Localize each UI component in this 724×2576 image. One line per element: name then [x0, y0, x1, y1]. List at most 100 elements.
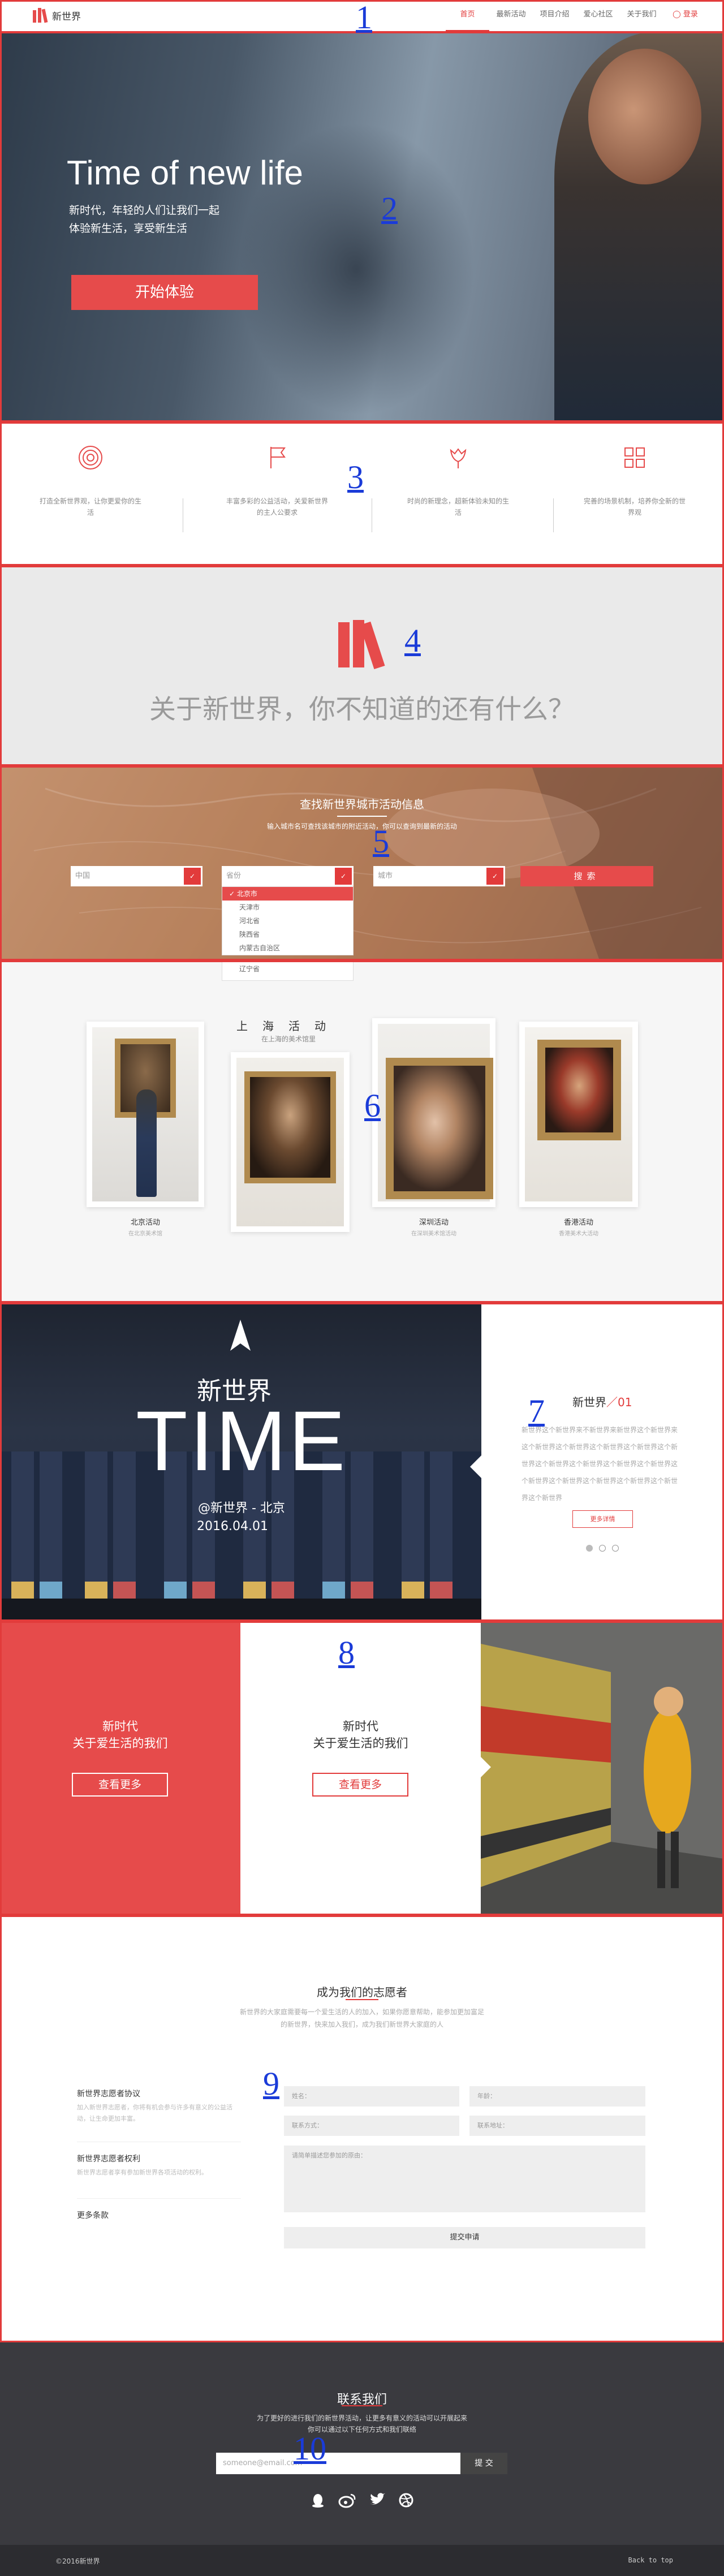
grid-icon — [624, 447, 645, 468]
contact-subtitle: 为了更好的进行我们的新世界活动，让更多有意义的活动可以开展起来 你可以通过以下任… — [215, 2413, 509, 2435]
copyright-text: ©2016新世界 — [55, 2557, 100, 2565]
time-date: 2016.04.01 — [197, 1519, 268, 1533]
province-option[interactable]: 天津市 — [222, 901, 353, 914]
social-icons — [0, 2492, 724, 2508]
slider-dot[interactable] — [586, 1545, 593, 1552]
slider-dot[interactable] — [612, 1545, 619, 1552]
annotation-number: 2 — [381, 190, 398, 227]
country-select[interactable]: 中国 ✓ — [71, 866, 202, 886]
more-terms-link[interactable]: 更多条款 — [77, 2209, 241, 2221]
gallery-photo — [378, 1024, 493, 1201]
rights-link[interactable]: 新世界志愿者权利 — [77, 2153, 241, 2164]
gallery-caption-sub: 在深圳美术馆活动 — [411, 1231, 456, 1237]
back-to-top-link[interactable]: Back to top — [628, 2556, 673, 2564]
email-input[interactable]: someone@email.com — [216, 2453, 460, 2474]
phone-field[interactable]: 联系方式： — [284, 2116, 459, 2136]
start-experience-button[interactable]: 开始体验 — [71, 275, 258, 310]
menu-item-events[interactable]: 最新活动 — [489, 0, 533, 31]
more-details-button[interactable]: 更多详情 — [572, 1510, 633, 1528]
contact-section: 联系我们 为了更好的进行我们的新世界活动，让更多有意义的活动可以开展起来 你可以… — [0, 2342, 724, 2545]
volunteer-subtitle: 新世界的大家庭需要每一个爱生活的人的加入，如果你愿意帮助，能参加更加富足的新世界… — [239, 2008, 484, 2028]
dribbble-icon[interactable] — [398, 2492, 414, 2508]
slider-dot[interactable] — [599, 1545, 606, 1552]
gallery-card[interactable] — [231, 1052, 350, 1232]
twitter-icon[interactable] — [369, 2492, 386, 2507]
gallery-heading: 上海活动 — [236, 1019, 341, 1033]
annotation-number: 6 — [364, 1087, 381, 1124]
search-subtitle: 输入城市名可查找该城市的附近活动，你可以查询到最新的活动 — [266, 822, 457, 830]
feature-text: 时尚的新理念，超新体验未知的生活 — [407, 497, 510, 516]
annotation-number: 5 — [373, 823, 389, 860]
menu-item-community[interactable]: 爱心社区 — [576, 0, 620, 31]
city-select[interactable]: 城市 ✓ — [373, 866, 505, 886]
books-logo-icon — [33, 8, 48, 23]
feature-item: 丰富多彩的公益活动，关爱新世界的主人公要求 — [187, 422, 368, 566]
annotation-number: 9 — [263, 2065, 279, 2102]
gallery-caption-sub: 香港美术大活动 — [559, 1231, 598, 1237]
weibo-icon[interactable] — [338, 2492, 356, 2508]
menu-item-about[interactable]: 关于我们 — [620, 0, 663, 31]
bottom-bar: ©2016新世界 Back to top — [0, 2545, 724, 2576]
logo[interactable]: 新世界 — [33, 8, 81, 23]
gallery-card[interactable] — [87, 1022, 204, 1207]
contact-subtitle-line-2: 你可以通过以下任何方式和我们联络 — [307, 2426, 416, 2433]
check-icon: ✓ — [229, 890, 237, 898]
search-title-underline — [337, 816, 387, 817]
time-location: @新世界 - 北京 — [198, 1501, 285, 1515]
province-option-label: 北京市 — [236, 890, 257, 898]
address-field[interactable]: 联系地址： — [469, 2116, 645, 2136]
view-more-button[interactable]: 查看更多 — [72, 1773, 168, 1797]
reason-textarea[interactable]: 请简单描述您参加的原由： — [284, 2146, 645, 2212]
qq-icon[interactable] — [310, 2492, 326, 2508]
view-more-button[interactable]: 查看更多 — [312, 1773, 408, 1797]
menu-item-home[interactable]: 首页 — [446, 0, 489, 31]
country-select-value: 中国 — [75, 872, 90, 880]
hero-title: Time of new life — [67, 154, 303, 192]
hero-subtitle: 新时代，年轻的人们让我们一起 体验新生活，享受新生活 — [69, 201, 219, 238]
province-option[interactable]: ✓ 北京市 — [222, 887, 353, 901]
login-link[interactable]: ◯ 登录 — [663, 0, 707, 31]
chevron-down-icon: ✓ — [486, 868, 503, 885]
flag-icon — [270, 447, 286, 468]
province-option[interactable]: 河北省 — [222, 914, 353, 928]
annotation-number: 4 — [404, 622, 421, 659]
promo-line-2: 关于爱生活的我们 — [313, 1737, 408, 1750]
name-field[interactable]: 姓名： — [284, 2086, 459, 2107]
time-headline-text: 新世界 — [572, 1395, 606, 1409]
logo-text: 新世界 — [52, 11, 81, 23]
menu-item-projects[interactable]: 项目介绍 — [533, 0, 576, 31]
hero-subtitle-line-1: 新时代，年轻的人们让我们一起 — [69, 204, 220, 217]
gallery-photo — [525, 1027, 632, 1201]
visitor-figure — [136, 1089, 157, 1197]
search-title: 查找新世界城市活动信息 — [300, 798, 424, 811]
time-body-text: 新世界这个新世界来不新世界来新世界这个新世界来这个新世界这个新世界这个新世界这个… — [522, 1426, 678, 1502]
volunteer-section: 成为我们的志愿者 新世界的大家庭需要每一个爱生活的人的加入，如果你愿意帮助，能参… — [0, 1915, 724, 2342]
contact-subtitle-line-1: 为了更好的进行我们的新世界活动，让更多有意义的活动可以开展起来 — [256, 2414, 467, 2422]
promo-blocks: 新时代 关于爱生活的我们 查看更多 新时代 关于爱生活的我们 查看更多 — [0, 1621, 724, 1915]
time-headline-index: ／01 — [606, 1395, 632, 1409]
time-slider-section: 新世界 TIME @新世界 - 北京 2016.04.01 新世界／01 新世界… — [0, 1303, 724, 1621]
search-button[interactable]: 搜索 — [520, 866, 653, 886]
promo-block-white: 新时代 关于爱生活的我们 查看更多 — [240, 1621, 481, 1915]
link-divider — [77, 2198, 241, 2199]
agreement-summary: 加入新世界志愿者，你将有机会参与许多有意义的公益活动，让生命更加丰富。 — [77, 2104, 232, 2122]
city-select-value: 城市 — [378, 872, 393, 880]
province-option[interactable]: 辽宁省 — [222, 960, 354, 981]
volunteer-title: 成为我们的志愿者 — [317, 1985, 407, 1999]
province-select[interactable]: 省份 ✓ — [222, 866, 354, 886]
promo-line-1: 新时代 — [343, 1720, 378, 1733]
submit-application-button[interactable]: 提交申请 — [284, 2227, 645, 2248]
agreement-link[interactable]: 新世界志愿者协议 — [77, 2088, 241, 2099]
time-headline: 新世界／01 — [572, 1393, 632, 1410]
annotation-number: 10 — [294, 2430, 326, 2467]
train-station-photo — [481, 1621, 724, 1915]
gallery-card[interactable] — [372, 1018, 495, 1207]
email-submit-button[interactable]: 提 交 — [460, 2453, 507, 2474]
age-field[interactable]: 年龄： — [469, 2086, 645, 2107]
province-option[interactable]: 内蒙古自治区 — [222, 941, 353, 955]
chevron-down-icon: ✓ — [335, 868, 352, 885]
pointer-triangle — [470, 1455, 481, 1478]
gallery-card[interactable] — [519, 1022, 638, 1207]
gallery-photo — [236, 1058, 344, 1226]
province-option[interactable]: 陕西省 — [222, 928, 353, 941]
